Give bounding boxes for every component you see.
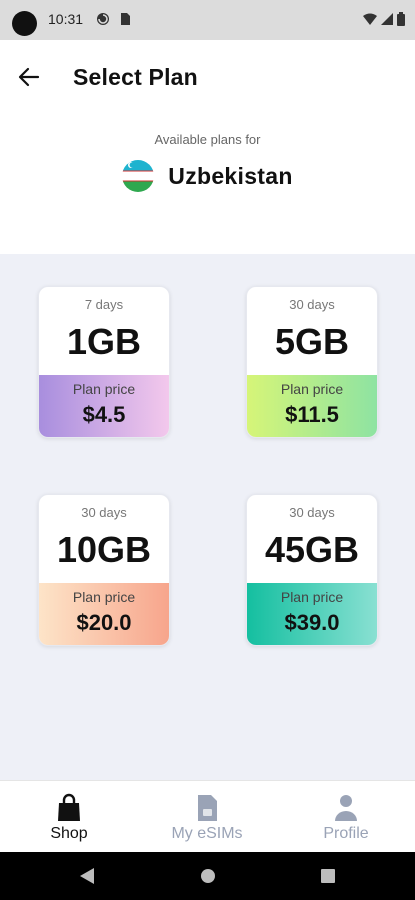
plan-data-size: 5GB xyxy=(274,321,350,362)
sim-status-icon xyxy=(121,13,130,25)
country-section: Available plans for Uzbekistan xyxy=(0,110,415,254)
battery-icon xyxy=(397,12,405,26)
camera-cutout xyxy=(12,11,37,36)
arrow-left-icon xyxy=(18,67,40,87)
shopping-bag-icon xyxy=(58,793,80,821)
nav-label-shop: Shop xyxy=(50,825,88,842)
plan-price: $11.5 xyxy=(285,402,339,427)
status-bar: 10:31 xyxy=(0,0,415,40)
plan-price: $39.0 xyxy=(284,610,340,635)
plan-card-45gb[interactable]: 30 days 45GB Plan price $39.0 xyxy=(246,494,378,646)
plan-price: $4.5 xyxy=(82,402,126,427)
country-row: Uzbekistan xyxy=(0,160,415,192)
nav-item-profile[interactable]: Profile xyxy=(277,781,415,853)
plan-price-panel: Plan price $20.0 xyxy=(39,583,169,645)
page-title: Select Plan xyxy=(73,64,198,90)
plan-price-panel: Plan price $4.5 xyxy=(39,375,169,437)
plan-card-5gb[interactable]: 30 days 5GB Plan price $11.5 xyxy=(246,286,378,438)
system-recents-icon[interactable] xyxy=(317,866,339,886)
plan-duration: 7 days xyxy=(84,297,124,312)
wifi-icon xyxy=(363,13,377,25)
plans-grid: 7 days 1GB Plan price $4.5 30 days 5GB P… xyxy=(0,254,415,780)
plan-price-panel: Plan price $39.0 xyxy=(247,583,377,645)
plan-duration: 30 days xyxy=(289,297,335,312)
nav-item-shop[interactable]: Shop xyxy=(0,781,138,853)
country-name: Uzbekistan xyxy=(168,162,293,189)
bottom-navigation: Shop My eSIMs Profile xyxy=(0,780,415,852)
signal-icon xyxy=(381,13,393,25)
plan-duration: 30 days xyxy=(289,505,335,520)
nav-item-my-esims[interactable]: My eSIMs xyxy=(138,781,276,853)
app-header: Select Plan xyxy=(0,40,415,110)
nav-label-my-esims: My eSIMs xyxy=(171,825,243,842)
status-time: 10:31 xyxy=(48,11,84,27)
plan-duration: 30 days xyxy=(81,505,127,520)
plan-data-size: 1GB xyxy=(66,321,142,362)
available-plans-label: Available plans for xyxy=(154,132,261,147)
plan-price-panel: Plan price $11.5 xyxy=(247,375,377,437)
plan-price-label: Plan price xyxy=(280,381,344,397)
back-button[interactable] xyxy=(12,60,46,94)
sim-card-icon xyxy=(198,795,217,821)
plan-price: $20.0 xyxy=(76,610,132,635)
plan-price-label: Plan price xyxy=(72,381,136,397)
plan-price-label: Plan price xyxy=(280,589,344,605)
notification-icon xyxy=(97,13,109,25)
plan-card-10gb[interactable]: 30 days 10GB Plan price $20.0 xyxy=(38,494,170,646)
plan-price-label: Plan price xyxy=(72,589,136,605)
system-home-icon[interactable] xyxy=(197,866,219,886)
system-back-icon[interactable] xyxy=(76,866,98,886)
system-navigation-bar xyxy=(0,852,415,900)
person-icon xyxy=(335,795,357,821)
nav-label-profile: Profile xyxy=(323,825,369,842)
uzbekistan-flag-icon xyxy=(122,160,155,192)
plan-data-size: 45GB xyxy=(264,529,360,570)
plan-data-size: 10GB xyxy=(56,529,152,570)
plan-card-1gb[interactable]: 7 days 1GB Plan price $4.5 xyxy=(38,286,170,438)
